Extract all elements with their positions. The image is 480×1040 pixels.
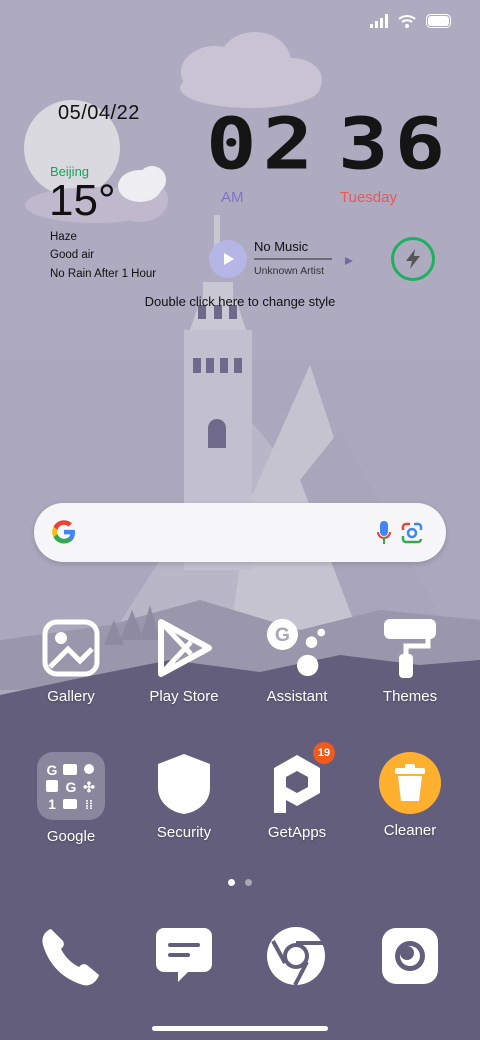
- dock-messages[interactable]: [152, 924, 216, 988]
- app-label: Gallery: [47, 688, 95, 705]
- gallery-icon: [39, 616, 103, 680]
- battery-icon: [426, 14, 451, 28]
- google-folder-icon: G G ✣ 1 ⁞⁞: [37, 752, 105, 820]
- app-label: Themes: [382, 688, 438, 705]
- next-icon: [345, 257, 353, 265]
- page-dot-active[interactable]: [228, 879, 235, 886]
- svg-text:1: 1: [48, 796, 56, 812]
- app-google-folder[interactable]: G G ✣ 1 ⁞⁞ Google: [16, 752, 126, 845]
- weather-air-quality: Good air: [50, 249, 95, 261]
- home-gesture-bar[interactable]: [152, 1026, 328, 1031]
- svg-text:G: G: [275, 624, 290, 646]
- security-icon: [152, 752, 216, 816]
- boost-button[interactable]: [391, 237, 435, 281]
- google-lens-icon[interactable]: [400, 521, 424, 545]
- music-title: No Music: [254, 239, 309, 254]
- weather-forecast: No Rain After 1 Hour: [50, 268, 157, 280]
- clock-ampm: AM: [221, 189, 244, 206]
- app-label: GetApps: [267, 824, 327, 841]
- google-search-bar[interactable]: [34, 503, 446, 562]
- wifi-icon: [398, 15, 416, 28]
- app-security[interactable]: Security: [129, 752, 239, 841]
- page-dot[interactable]: [245, 879, 252, 886]
- assistant-icon: G: [265, 616, 329, 680]
- svg-text:G: G: [47, 762, 58, 778]
- app-cleaner[interactable]: Cleaner: [355, 752, 465, 839]
- music-play-button[interactable]: [209, 240, 247, 278]
- app-assistant[interactable]: G Assistant: [242, 616, 352, 705]
- notification-badge: 19: [313, 742, 335, 764]
- clock-minute[interactable]: 36: [338, 108, 451, 179]
- camera-icon: [382, 928, 438, 984]
- app-label: Google: [46, 828, 96, 845]
- phone-icon: [42, 929, 99, 986]
- widget-style-hint[interactable]: Double click here to change style: [0, 294, 480, 309]
- getapps-icon: 19: [265, 742, 335, 816]
- app-label: Security: [156, 824, 212, 841]
- dock-camera[interactable]: [378, 924, 442, 988]
- svg-text:✣: ✣: [83, 779, 95, 795]
- chrome-icon: [267, 927, 325, 986]
- music-next-button[interactable]: [343, 254, 355, 272]
- clock-hour[interactable]: 02: [206, 108, 319, 179]
- svg-text:G: G: [66, 779, 77, 795]
- music-artist: Unknown Artist: [254, 265, 325, 277]
- weather-temperature[interactable]: 15°: [49, 176, 116, 226]
- play-store-icon: [152, 616, 216, 680]
- dock-phone[interactable]: [38, 924, 102, 988]
- status-bar: [370, 14, 452, 28]
- app-getapps[interactable]: 19 GetApps: [242, 742, 352, 841]
- app-label: Assistant: [266, 688, 328, 705]
- themes-icon: [378, 616, 442, 680]
- app-play-store[interactable]: Play Store: [129, 616, 239, 705]
- messages-icon: [156, 928, 212, 982]
- app-themes[interactable]: Themes: [355, 616, 465, 705]
- signal-icon: [370, 14, 388, 28]
- svg-text:⁞⁞: ⁞⁞: [85, 798, 93, 812]
- play-icon: [224, 253, 234, 265]
- cleaner-icon: [379, 752, 441, 814]
- weather-condition: Haze: [50, 231, 77, 243]
- dock-chrome[interactable]: [264, 924, 328, 988]
- app-label: Play Store: [149, 688, 219, 705]
- google-logo-icon: [52, 520, 75, 544]
- lightning-icon: [406, 249, 420, 269]
- microphone-icon[interactable]: [377, 521, 391, 545]
- page-indicator[interactable]: [228, 879, 252, 886]
- clock-day: Tuesday: [340, 189, 397, 206]
- widget-date: 05/04/22: [58, 102, 140, 124]
- app-gallery[interactable]: Gallery: [16, 616, 126, 705]
- app-label: Cleaner: [383, 822, 437, 839]
- music-progress-bar[interactable]: [254, 258, 332, 260]
